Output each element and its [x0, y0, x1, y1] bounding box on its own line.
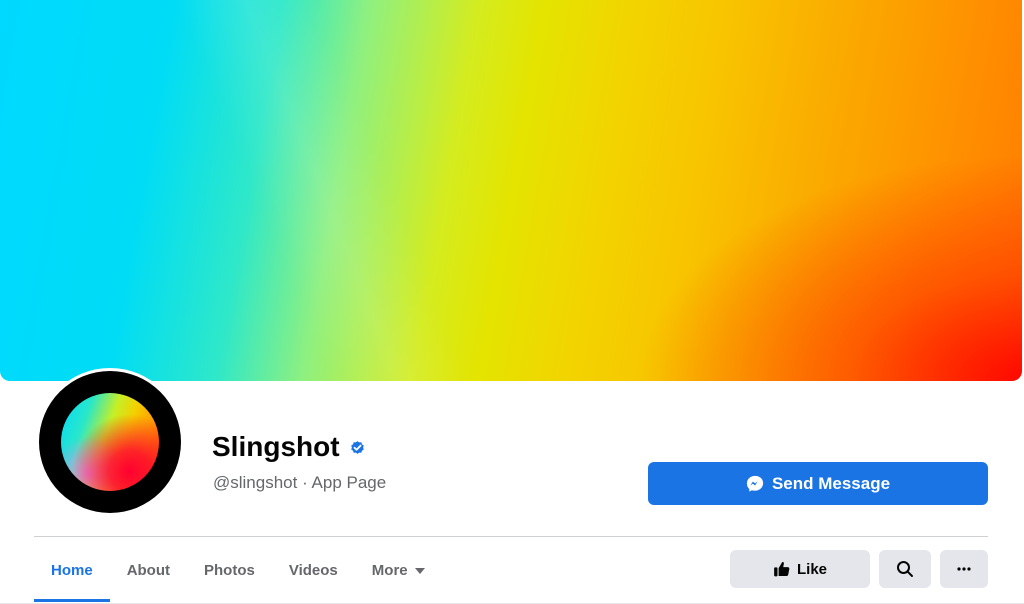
- send-message-button[interactable]: Send Message: [648, 462, 988, 505]
- search-button[interactable]: [879, 550, 931, 588]
- page-subtitle: @slingshot · App Page: [213, 473, 387, 492]
- search-icon: [897, 561, 913, 577]
- messenger-icon: [746, 475, 764, 492]
- tab-label: Videos: [288, 561, 338, 579]
- tab-photos[interactable]: Photos: [187, 545, 272, 595]
- tab-videos[interactable]: Videos: [272, 545, 355, 595]
- page-name-text: Slingshot: [212, 431, 340, 462]
- more-options-button[interactable]: [940, 550, 988, 588]
- page-title: Slingshot: [212, 430, 366, 464]
- tab-label: Photos: [204, 561, 255, 579]
- header-divider: [34, 536, 988, 537]
- ellipsis-icon: [957, 567, 971, 571]
- send-message-label: Send Message: [771, 473, 891, 493]
- tab-more[interactable]: More: [355, 545, 442, 595]
- tab-label: Home: [51, 561, 93, 579]
- avatar-logo-ring: [39, 371, 181, 513]
- cover-photo[interactable]: [0, 0, 1022, 381]
- page-header: Slingshot @slingshot · App Page Send Mes…: [0, 0, 1024, 604]
- profile-picture[interactable]: [36, 368, 184, 516]
- page-tabs: Home About Photos Videos More: [34, 545, 442, 603]
- verified-badge-icon: [350, 440, 364, 454]
- tab-about[interactable]: About: [110, 545, 187, 595]
- caret-down-icon: [414, 568, 425, 574]
- like-label: Like: [796, 560, 827, 578]
- cover-gradient-overlay: [0, 0, 1022, 381]
- thumbs-up-icon: [774, 562, 790, 577]
- tab-home[interactable]: Home: [34, 545, 110, 602]
- tab-label: More: [371, 561, 408, 579]
- like-button[interactable]: Like: [730, 550, 870, 588]
- avatar-logo-gradient: [61, 393, 159, 491]
- tab-label: About: [126, 561, 171, 579]
